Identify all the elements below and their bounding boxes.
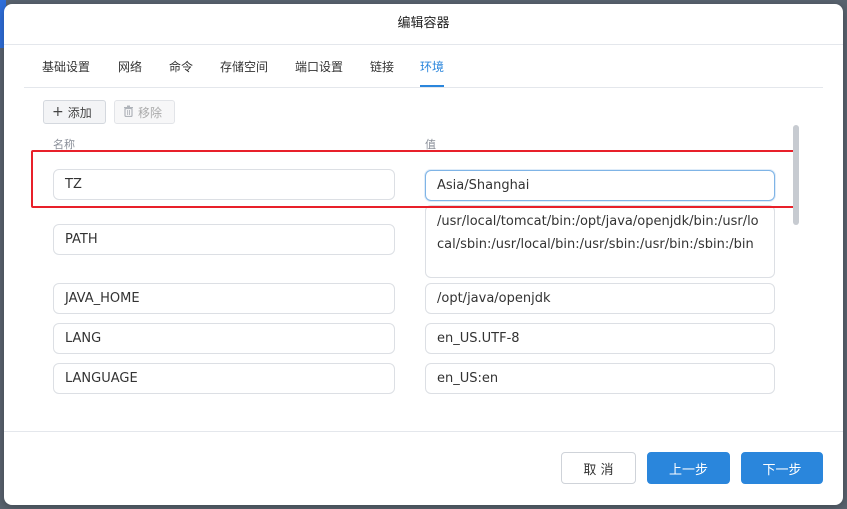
env-value-field[interactable]: en_US.UTF-8 (425, 323, 775, 354)
tab-environment[interactable]: 环境 (420, 54, 445, 87)
remove-button-label: 移除 (138, 105, 163, 120)
tab-bar: 基础设置 网络 命令 存储空间 端口设置 链接 环境 (24, 54, 823, 88)
env-value-field[interactable]: /usr/local/tomcat/bin:/opt/java/openjdk/… (425, 205, 775, 278)
env-value-field[interactable]: /opt/java/openjdk (425, 283, 775, 314)
edit-container-dialog: 编辑容器 基础设置 网络 命令 存储空间 端口设置 链接 环境 + 添加 移除 … (4, 4, 843, 505)
previous-step-button[interactable]: 上一步 (647, 452, 730, 484)
tab-basic-settings[interactable]: 基础设置 (42, 54, 90, 85)
env-name-field[interactable]: LANGUAGE (53, 363, 395, 394)
cancel-button[interactable]: 取 消 (561, 452, 636, 484)
tab-links[interactable]: 链接 (370, 54, 394, 85)
env-name-field[interactable]: PATH (53, 224, 395, 255)
trash-icon (123, 105, 134, 120)
next-step-button[interactable]: 下一步 (741, 452, 823, 484)
scrollbar-thumb[interactable] (793, 125, 799, 225)
dialog-title: 编辑容器 (4, 4, 843, 45)
env-value-field[interactable]: Asia/Shanghai (425, 170, 775, 201)
remove-button[interactable]: 移除 (114, 100, 175, 124)
tab-storage[interactable]: 存储空间 (220, 54, 268, 85)
env-value-field[interactable]: en_US:en (425, 363, 775, 394)
tab-network[interactable]: 网络 (118, 54, 142, 85)
add-button[interactable]: + 添加 (43, 100, 106, 124)
add-button-label: 添加 (67, 105, 92, 120)
environment-variable-list: TZ Asia/Shanghai PATH /usr/local/tomcat/… (4, 142, 804, 402)
env-name-field[interactable]: JAVA_HOME (53, 283, 395, 314)
env-name-field[interactable]: TZ (53, 169, 395, 200)
tab-port-settings[interactable]: 端口设置 (295, 54, 343, 85)
plus-icon: + (52, 104, 64, 120)
env-name-field[interactable]: LANG (53, 323, 395, 354)
tab-command[interactable]: 命令 (169, 54, 193, 85)
